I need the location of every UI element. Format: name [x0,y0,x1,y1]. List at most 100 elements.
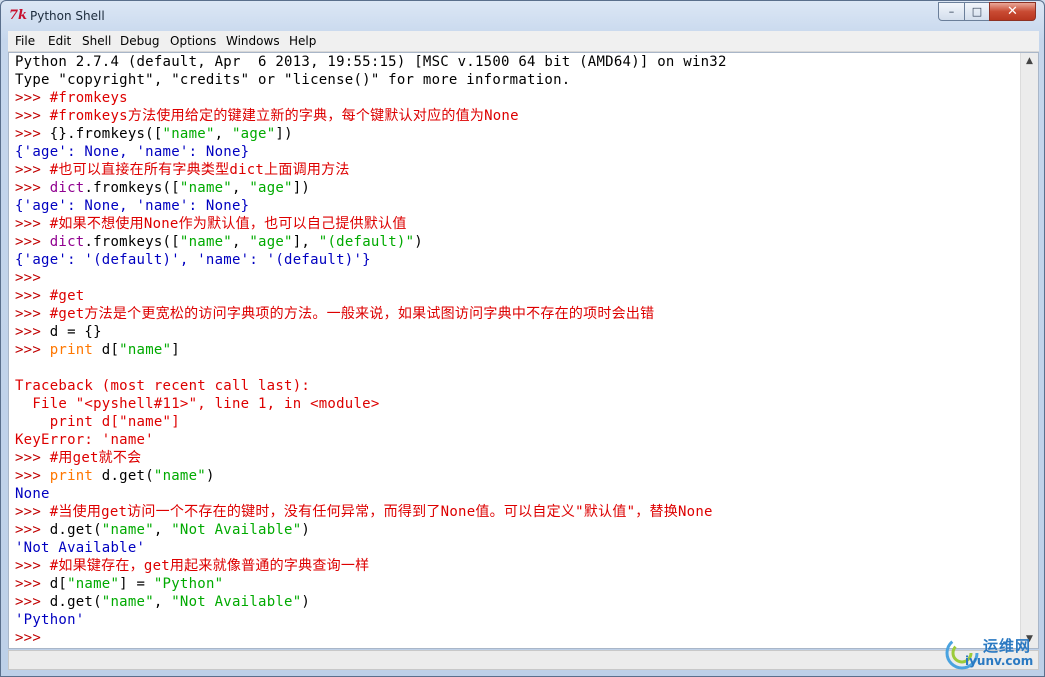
shell-token-prompt: >>> [15,90,50,106]
shell-token-prompt: >>> [15,594,50,610]
shell-token-string: "name" [179,180,232,196]
shell-output: Python 2.7.4 (default, Apr 6 2013, 19:55… [15,53,1015,647]
vertical-scrollbar[interactable]: ▲ ▼ [1020,53,1038,648]
shell-token-stdout: , [153,522,172,538]
shell-line: >>> print d.get("name") [15,467,1015,485]
title-bar[interactable]: 7k Python Shell – □ ✕ [1,1,1044,30]
watermark-logo: 运维网 iyunv.com [943,632,1041,676]
shell-token-stdout: .fromkeys([ [84,234,180,250]
shell-line: >>> #get [15,287,1015,305]
shell-token-builtin: dict [49,234,85,250]
shell-token-error: print d["name"] [15,414,180,430]
shell-line: >>> d["name"] = "Python" [15,575,1015,593]
shell-token-prompt: >>> [15,234,50,250]
shell-token-prompt: >>> [15,306,50,322]
maximize-button[interactable]: □ [964,2,990,21]
menu-help[interactable]: Help [289,33,316,49]
close-button[interactable]: ✕ [989,2,1036,21]
shell-token-string: "name" [179,234,232,250]
shell-token-stdout: , [214,126,232,142]
shell-line: KeyError: 'name' [15,431,1015,449]
shell-line: {'age': None, 'name': None} [15,143,1015,161]
shell-token-stdout: .fromkeys([ [84,180,180,196]
shell-line: >>> #get方法是个更宽松的访问字典项的方法。一般来说，如果试图访问字典中不… [15,305,1015,323]
shell-token-stdout: Type "copyright", "credits" or "license(… [15,72,571,88]
shell-line: 'Not Available' [15,539,1015,557]
shell-line: >>> print d["name"] [15,341,1015,359]
shell-token-stdout: {}.fromkeys([ [49,126,163,142]
shell-token-result: {'age': None, 'name': None} [15,198,250,214]
watermark-name: 运维网 [983,637,1032,655]
scroll-up-icon[interactable]: ▲ [1021,53,1038,70]
shell-token-prompt: >>> [15,270,42,286]
shell-line: 'Python' [15,611,1015,629]
shell-token-stdout: ) [301,594,311,610]
shell-token-string: "name" [101,522,154,538]
menu-shell[interactable]: Shell [82,33,111,49]
shell-token-stdout: ) [301,522,311,538]
menu-edit[interactable]: Edit [48,33,71,49]
maximize-icon: □ [971,5,983,18]
shell-token-string: "Not Available" [171,522,302,538]
shell-token-stdout: d[ [93,342,120,358]
shell-token-stdout: d = {} [49,324,102,340]
shell-token-stdout: d[ [49,576,68,592]
shell-token-prompt: >>> [15,288,50,304]
python-tk-icon: 7k [9,8,28,23]
shell-token-prompt: >>> [15,162,50,178]
shell-line: >>> #当使用get访问一个不存在的键时，没有任何异常，而得到了None值。可… [15,503,1015,521]
shell-token-keyword: print [49,468,94,484]
shell-token-prompt: >>> [15,126,50,142]
shell-line: Python 2.7.4 (default, Apr 6 2013, 19:55… [15,53,1015,71]
minimize-button[interactable]: – [938,2,965,21]
shell-token-prompt: >>> [15,216,50,232]
shell-token-comment: #fromkeys方法使用给定的键建立新的字典，每个键默认对应的值为None [49,108,519,124]
shell-line: Type "copyright", "credits" or "license(… [15,71,1015,89]
shell-token-string: "age" [249,234,293,250]
shell-token-stdout: ] [171,342,180,358]
menu-file[interactable]: File [15,33,35,49]
shell-token-stdout: , [231,180,250,196]
shell-line: Traceback (most recent call last): [15,377,1015,395]
shell-text-area[interactable]: Python 2.7.4 (default, Apr 6 2013, 19:55… [8,52,1039,649]
shell-token-prompt: >>> [15,504,50,520]
shell-token-keyword: print [49,342,94,358]
shell-line: >>> d = {} [15,323,1015,341]
shell-token-result: 'Not Available' [15,540,146,556]
shell-token-stdout: , [231,234,250,250]
shell-line: >>> d.get("name", "Not Available") [15,593,1015,611]
shell-line: >>> #fromkeys方法使用给定的键建立新的字典，每个键默认对应的值为No… [15,107,1015,125]
shell-line: print d["name"] [15,413,1015,431]
shell-token-prompt: >>> [15,342,50,358]
shell-line: {'age': '(default)', 'name': '(default)'… [15,251,1015,269]
shell-token-prompt: >>> [15,558,50,574]
shell-token-string: "age" [231,126,276,142]
shell-token-comment: #get方法是个更宽松的访问字典项的方法。一般来说，如果试图访问字典中不存在的项… [49,306,655,322]
shell-token-error: Traceback (most recent call last): [15,378,311,394]
shell-token-stdout: ]) [275,126,293,142]
shell-token-prompt: >>> [15,108,50,124]
shell-token-stdout: d.get( [49,594,102,610]
close-icon: ✕ [1007,4,1018,19]
menu-debug[interactable]: Debug [120,33,159,49]
shell-token-prompt: >>> [15,468,50,484]
shell-token-string: "name" [119,342,172,358]
shell-line: >>> [15,629,1015,647]
shell-token-error: KeyError: 'name' [15,432,154,448]
menu-windows[interactable]: Windows [226,33,280,49]
shell-line: >>> {}.fromkeys(["name", "age"]) [15,125,1015,143]
watermark-domain: iyunv.com [965,654,1034,668]
horizontal-scrollbar[interactable] [8,650,1039,670]
shell-token-comment: #fromkeys [49,90,128,106]
shell-token-stdout: d.get( [49,522,102,538]
shell-token-comment: #也可以直接在所有字典类型dict上面调用方法 [49,162,350,178]
shell-token-comment: #get [49,288,85,304]
shell-token-result: {'age': '(default)', 'name': '(default)'… [15,252,371,268]
menu-options[interactable]: Options [170,33,216,49]
shell-line: {'age': None, 'name': None} [15,197,1015,215]
shell-line: >>> #fromkeys [15,89,1015,107]
shell-token-prompt: >>> [15,630,42,646]
window-title: Python Shell [30,9,105,23]
shell-token-prompt: >>> [15,522,50,538]
shell-token-stdout: ] = [119,576,154,592]
